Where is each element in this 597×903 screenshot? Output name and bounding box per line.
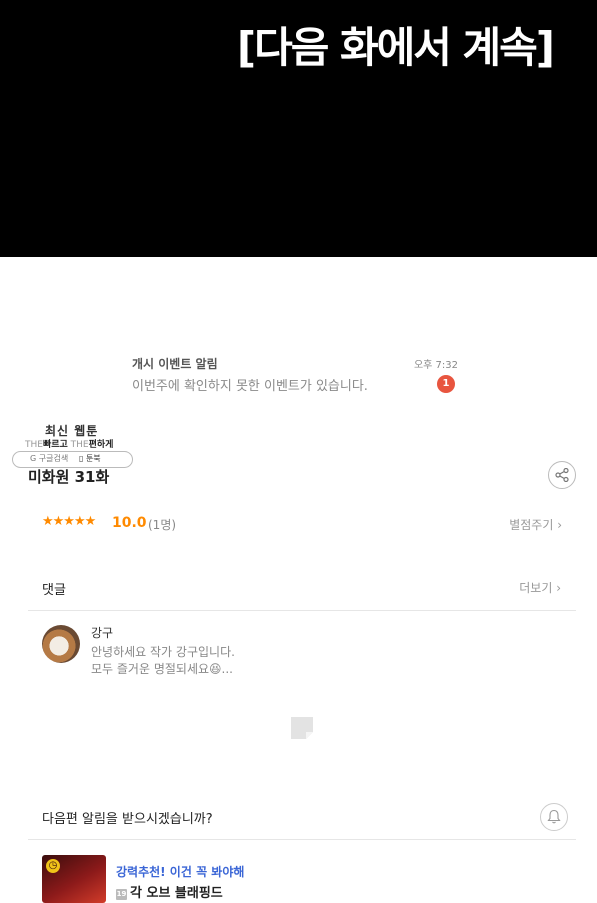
comment-text-line: 안녕하세요 작가 강구입니다. <box>91 645 235 659</box>
star-rating-icon: ★★★★★ <box>42 514 96 529</box>
bell-icon <box>547 809 561 824</box>
subscribe-label: 다음편 알림을 받으시겠습니까? <box>42 812 213 827</box>
comment-author[interactable]: 강구 <box>91 624 113 641</box>
avatar[interactable] <box>42 625 80 663</box>
episode-title: 미화원 31화 <box>28 468 110 486</box>
share-icon <box>555 468 569 482</box>
watermark-slogan-part: 편하게 <box>88 440 114 450</box>
event-notification[interactable]: 개시 이벤트 알림 오후 7:32 이번주에 확인하지 못한 이벤트가 있습니다… <box>132 355 458 397</box>
notification-badge: 1 <box>437 375 455 393</box>
promo-subtitle-text: 각 오브 블래핑드 <box>130 886 223 901</box>
comments-divider <box>28 610 576 611</box>
banner-text: [다음 화에서 계속] <box>236 23 555 72</box>
promo-title[interactable]: 강력추천! 이건 꼭 봐야해 <box>116 863 244 880</box>
toonbook-label: ▯ 툰북 <box>79 454 101 463</box>
site-watermark-logo: 최신 웹툰 THE빠르고 THE편하게 G 구글검색 ▯ 툰북 <box>12 420 134 470</box>
watermark-slogan-part: THE <box>70 440 89 450</box>
watermark-slogan: THE빠르고 THE편하게 <box>25 437 113 450</box>
rating-count: (1명) <box>148 518 177 532</box>
notification-time: 오후 7:32 <box>413 360 458 371</box>
promo-subtitle[interactable]: 19 각 오브 블래핑드 <box>116 882 223 901</box>
rating-score: 10.0 <box>112 515 147 531</box>
google-search-label: G 구글검색 <box>30 454 69 463</box>
clock-icon: ◷ <box>46 859 60 873</box>
subscribe-divider <box>28 839 576 840</box>
notification-bell-button[interactable] <box>540 803 568 831</box>
comments-label: 댓글 <box>42 583 66 598</box>
promo-thumbnail[interactable]: ◷ <box>42 855 106 903</box>
rate-button[interactable]: 별점주기 › <box>509 516 562 533</box>
watermark-slogan-part: THE <box>25 440 43 450</box>
share-button[interactable] <box>548 461 576 489</box>
paper-placeholder-icon <box>291 717 313 739</box>
watermark-slogan-part: 빠르고 <box>42 440 68 450</box>
comments-more-link[interactable]: 더보기 › <box>519 579 561 596</box>
comment-text-line[interactable]: 모두 즐거운 명절되세요😆... <box>91 660 233 677</box>
rating-row: ★★★★★ 10.0 (1명) 별점주기 › <box>42 514 562 536</box>
notification-title: 개시 이벤트 알림 <box>132 357 218 371</box>
episode-end-banner: [다음 화에서 계속] <box>0 0 597 257</box>
notification-body: 이번주에 확인하지 못한 이벤트가 있습니다. <box>132 379 368 394</box>
